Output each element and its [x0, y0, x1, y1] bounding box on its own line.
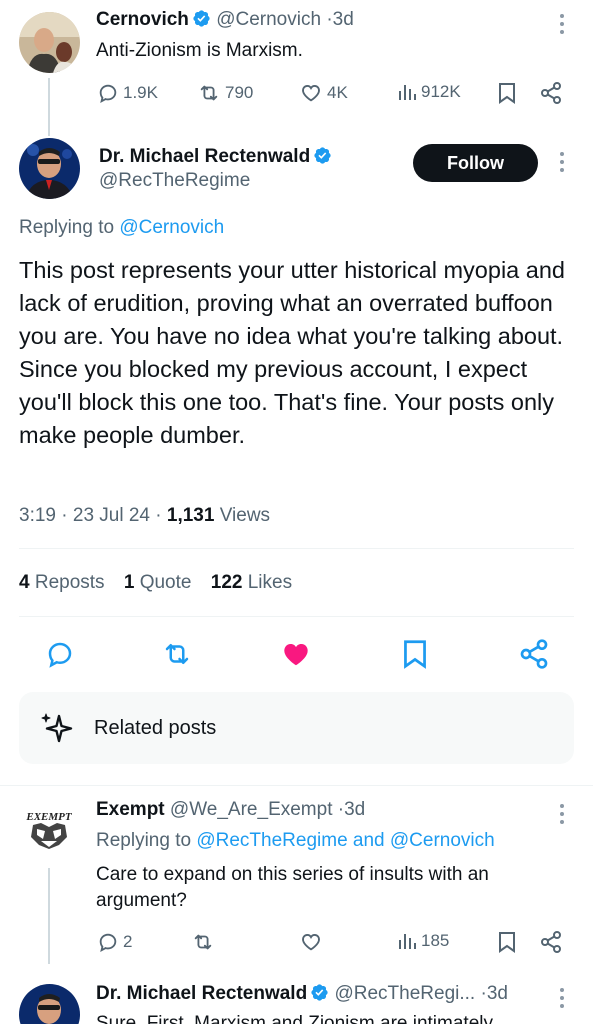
verified-badge-icon [310, 983, 329, 1002]
timestamp[interactable]: 3d [344, 799, 365, 820]
main-author: Dr. Michael Rectenwald [99, 146, 332, 168]
share-icon[interactable] [539, 81, 563, 105]
author-name[interactable]: Dr. Michael Rectenwald [96, 983, 307, 1004]
repost-count: 790 [225, 83, 254, 102]
avatar[interactable] [19, 12, 80, 73]
quotes-count: 1 [123, 572, 135, 593]
engagement-stats: 4 Reposts 1 Quote 122 Likes [19, 572, 292, 594]
more-icon[interactable] [559, 804, 565, 824]
reposts-label: Reposts [34, 572, 105, 593]
related-posts-label: Related posts [94, 717, 217, 739]
views-count: 1,131 [166, 505, 215, 526]
reply-icon [97, 931, 119, 953]
timestamp[interactable]: 3d [333, 9, 354, 30]
reply-header: Dr. Michael Rectenwald @RecTheRegi... ·3… [96, 983, 508, 1005]
quotes-stat[interactable]: 1 Quote [124, 572, 192, 593]
author-name[interactable]: Exempt [96, 799, 165, 820]
verified-badge-icon [192, 9, 211, 28]
analytics-icon [397, 82, 417, 102]
bookmark-icon[interactable] [401, 639, 429, 669]
replying-to-link[interactable]: @Cernovich [119, 217, 224, 238]
analytics-icon [397, 931, 417, 951]
author-handle[interactable]: @We_Are_Exempt [170, 799, 333, 820]
reply-text: Care to expand on this series of insults… [96, 864, 489, 911]
author-handle[interactable]: @RecTheRegime [99, 170, 250, 192]
likes-count: 122 [210, 572, 243, 593]
thread-line [48, 78, 50, 136]
sparkle-icon [39, 710, 75, 746]
thread-line [48, 868, 50, 964]
reply-button[interactable]: 2 [97, 931, 132, 953]
heart-icon [299, 82, 323, 104]
reply-icon[interactable] [45, 639, 75, 669]
like-count: 4K [327, 83, 348, 102]
avatar[interactable] [19, 138, 80, 199]
author-name[interactable]: Cernovich [96, 9, 189, 30]
separator-dot: · [155, 505, 162, 526]
reply-count: 1.9K [123, 83, 158, 102]
author-handle[interactable]: @RecTheRegi... [334, 983, 475, 1004]
follow-button[interactable]: Follow [413, 144, 538, 182]
views-label: Views [219, 505, 271, 526]
verified-badge-icon [313, 146, 332, 165]
repost-icon[interactable] [191, 931, 215, 953]
share-icon[interactable] [518, 638, 550, 670]
reposts-count: 4 [19, 572, 30, 593]
replying-to: Replying to @RecTheRegime and @Cernovich [96, 830, 495, 852]
author-name[interactable]: Dr. Michael Rectenwald [99, 146, 310, 167]
divider [19, 616, 574, 617]
more-icon[interactable] [559, 988, 565, 1008]
share-icon[interactable] [539, 930, 563, 954]
timestamp[interactable]: 3d [487, 983, 508, 1004]
replying-prefix: Replying to [96, 830, 192, 851]
repost-button[interactable]: 790 [197, 82, 253, 104]
separator-dot: · [61, 505, 68, 526]
reply-text: Sure. First, Marxism and Zionism are int… [96, 1013, 493, 1024]
views-count: 912K [421, 82, 461, 101]
repost-icon[interactable] [161, 639, 193, 669]
quotes-label: Quote [139, 572, 192, 593]
views-button[interactable]: 912K [397, 82, 461, 102]
tweet-text: Anti-Zionism is Marxism. [96, 40, 303, 61]
avatar-logo-text: EXEMPT [25, 811, 73, 823]
tweet-meta: 3:19 · 23 Jul 24 · 1,131 Views [19, 505, 270, 527]
replying-to: Replying to @Cernovich [19, 217, 224, 239]
reply-header: Exempt @We_Are_Exempt ·3d [96, 799, 365, 821]
views-button[interactable]: 185 [397, 931, 449, 951]
replying-prefix: Replying to [19, 217, 115, 238]
divider [19, 548, 574, 549]
author-handle[interactable]: @Cernovich [216, 9, 321, 30]
reply-icon [97, 82, 119, 104]
tweet-text: This post represents your utter historic… [19, 257, 565, 448]
like-button[interactable]: 4K [299, 82, 348, 104]
heart-icon[interactable] [299, 931, 323, 953]
reply-count: 2 [123, 932, 133, 951]
section-divider [0, 785, 593, 786]
more-icon[interactable] [559, 152, 565, 172]
repost-icon [197, 82, 221, 104]
reposts-stat[interactable]: 4 Reposts [19, 572, 105, 593]
avatar[interactable]: EXEMPT [21, 807, 77, 853]
views-count: 185 [421, 931, 450, 950]
reply-button[interactable]: 1.9K [97, 82, 158, 104]
bookmark-icon[interactable] [497, 931, 517, 953]
more-icon[interactable] [559, 14, 565, 34]
bookmark-icon[interactable] [497, 82, 517, 104]
heart-filled-icon[interactable] [280, 639, 312, 669]
likes-label: Likes [247, 572, 293, 593]
related-posts-card[interactable]: Related posts [19, 692, 574, 764]
likes-stat[interactable]: 122 Likes [211, 572, 292, 593]
replying-to-links[interactable]: @RecTheRegime and @Cernovich [196, 830, 494, 851]
tweet-time[interactable]: 3:19 [19, 505, 56, 526]
avatar[interactable] [19, 984, 80, 1024]
tweet-date[interactable]: 23 Jul 24 [73, 505, 150, 526]
tweet-header: Cernovich @Cernovich ·3d [96, 9, 354, 31]
